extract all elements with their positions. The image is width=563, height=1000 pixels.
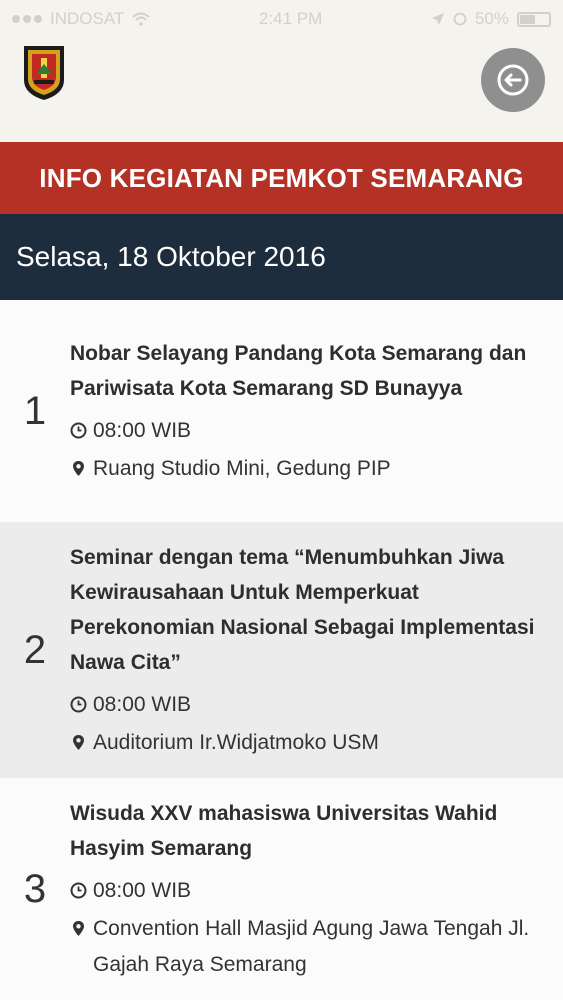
- date-header: Selasa, 18 Oktober 2016: [0, 214, 563, 300]
- status-bar: INDOSAT 2:41 PM 50%: [0, 0, 563, 38]
- event-number: 3: [23, 866, 47, 911]
- event-details: Wisuda XXV mahasiswa Universitas Wahid H…: [70, 796, 563, 983]
- clock-label: 2:41 PM: [258, 9, 323, 28]
- event-title: Nobar Selayang Pandang Kota Semarang dan…: [70, 341, 527, 400]
- page-title: INFO KEGIATAN PEMKOT SEMARANG: [39, 162, 524, 193]
- status-right: 50%: [431, 9, 551, 29]
- event-location-label: Convention Hall Masjid Agung Jawa Tengah…: [93, 916, 530, 976]
- event-item[interactable]: 2 Seminar dengan tema “Menumbuhkan Jiwa …: [0, 522, 563, 778]
- app-header: [0, 38, 563, 142]
- event-number: 2: [23, 627, 47, 672]
- event-item[interactable]: 3 Wisuda XXV mahasiswa Universitas Wahid…: [0, 778, 563, 1000]
- event-location: Ruang Studio Mini, Gedung PIP: [70, 456, 557, 487]
- signal-icon: [12, 15, 42, 23]
- event-location: Auditorium Ir.Widjatmoko USM: [70, 730, 557, 761]
- event-number: 1: [23, 388, 47, 433]
- event-location: Convention Hall Masjid Agung Jawa Tengah…: [70, 916, 557, 983]
- map-marker-icon: [73, 734, 84, 750]
- event-time-label: 08:00 WIB: [93, 878, 192, 902]
- event-title: Seminar dengan tema “Menumbuhkan Jiwa Ke…: [70, 545, 535, 674]
- event-time: 08:00 WIB: [70, 692, 557, 718]
- back-arrow-icon: [497, 64, 529, 96]
- events-list: 1 Nobar Selayang Pandang Kota Semarang d…: [0, 300, 563, 1000]
- page-title-bar: INFO KEGIATAN PEMKOT SEMARANG: [0, 142, 563, 214]
- battery-percent: 50%: [474, 9, 509, 28]
- event-time: 08:00 WIB: [70, 878, 557, 904]
- event-time: 08:00 WIB: [70, 418, 557, 444]
- event-details: Seminar dengan tema “Menumbuhkan Jiwa Ke…: [70, 540, 563, 761]
- battery-icon: [517, 11, 551, 27]
- carrier-label: INDOSAT: [50, 9, 125, 28]
- event-time-label: 08:00 WIB: [93, 692, 192, 716]
- semarang-crest-icon: [24, 46, 64, 100]
- clock-icon: [70, 696, 87, 713]
- event-location-label: Auditorium Ir.Widjatmoko USM: [93, 730, 379, 754]
- map-marker-icon: [73, 460, 84, 476]
- event-time-label: 08:00 WIB: [93, 418, 192, 442]
- clock-icon: [70, 882, 87, 899]
- wifi-icon: [132, 12, 150, 26]
- date-label: Selasa, 18 Oktober 2016: [16, 241, 326, 272]
- event-details: Nobar Selayang Pandang Kota Semarang dan…: [70, 336, 563, 487]
- clock-icon: [70, 422, 87, 439]
- location-arrow-icon: [431, 13, 444, 25]
- event-item[interactable]: 1 Nobar Selayang Pandang Kota Semarang d…: [0, 300, 563, 522]
- event-location-label: Ruang Studio Mini, Gedung PIP: [93, 456, 391, 480]
- status-left: INDOSAT: [12, 9, 150, 29]
- map-marker-icon: [73, 920, 84, 936]
- event-title: Wisuda XXV mahasiswa Universitas Wahid H…: [70, 801, 498, 860]
- alarm-icon: [453, 12, 467, 26]
- back-button[interactable]: [481, 48, 545, 112]
